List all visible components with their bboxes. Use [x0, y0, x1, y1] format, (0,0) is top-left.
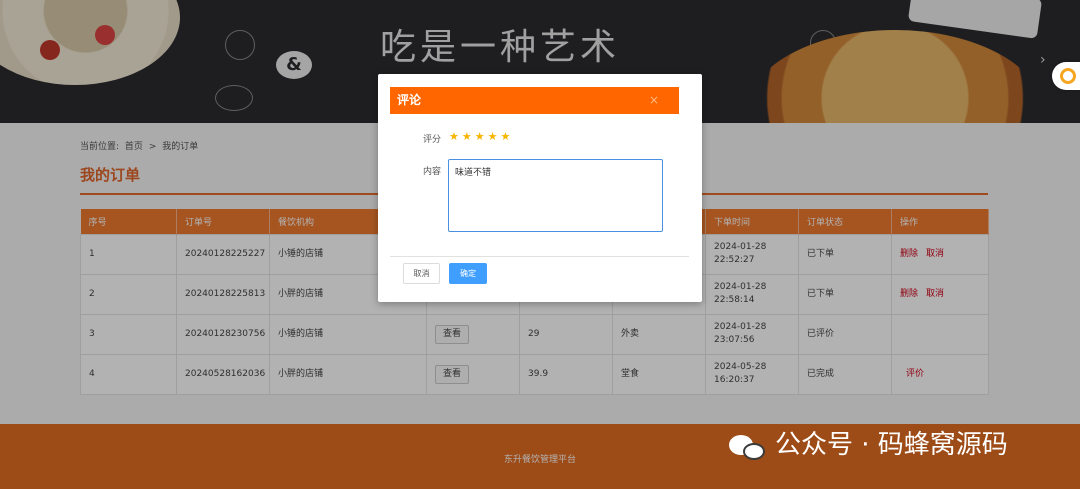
dialog-header: 评论 × [390, 87, 679, 114]
review-dialog: 评论 × 评分 ★★★★★ 内容 味道不错 取消 确定 [378, 74, 702, 302]
dialog-title: 评论 [397, 93, 422, 107]
rating-label: 评分 [423, 135, 442, 145]
cancel-button[interactable]: 取消 [403, 263, 440, 284]
watermark-text: 公众号 · 码蜂窝源码 [775, 430, 1008, 460]
wechat-icon [727, 431, 767, 461]
watermark: 公众号 · 码蜂窝源码 [727, 425, 1008, 465]
close-icon[interactable]: × [649, 87, 659, 114]
refresh-icon [1060, 68, 1076, 84]
confirm-button[interactable]: 确定 [449, 263, 487, 284]
review-content-textarea[interactable]: 味道不错 [448, 159, 663, 232]
content-label: 内容 [423, 167, 442, 177]
side-float-button[interactable] [1052, 62, 1080, 90]
dialog-divider [390, 256, 689, 257]
star-rating[interactable]: ★★★★★ [449, 130, 513, 143]
